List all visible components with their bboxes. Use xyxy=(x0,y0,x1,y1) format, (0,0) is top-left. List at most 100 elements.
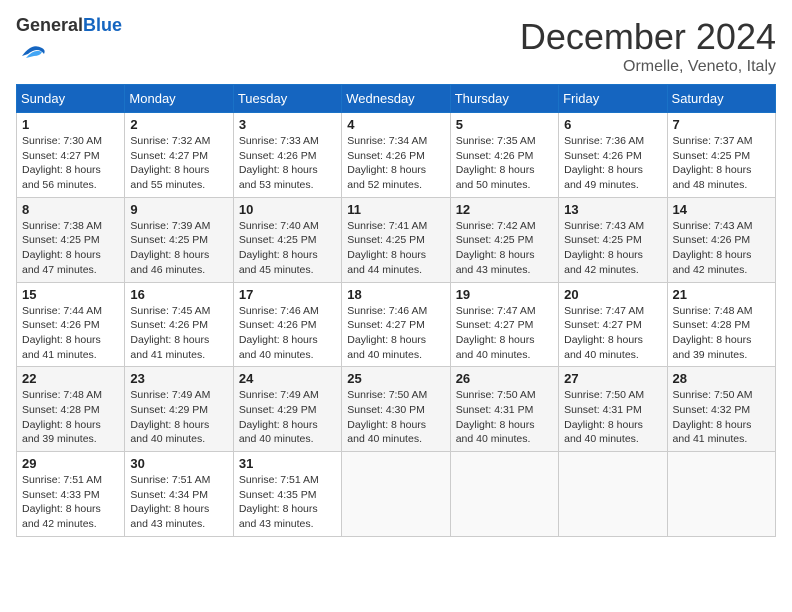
day-info: Sunrise: 7:50 AM Sunset: 4:32 PM Dayligh… xyxy=(673,388,770,447)
day-info: Sunrise: 7:49 AM Sunset: 4:29 PM Dayligh… xyxy=(130,388,227,447)
day-info: Sunrise: 7:37 AM Sunset: 4:25 PM Dayligh… xyxy=(673,134,770,193)
calendar-day-cell: 8 Sunrise: 7:38 AM Sunset: 4:25 PM Dayli… xyxy=(17,197,125,282)
day-number: 17 xyxy=(239,287,336,302)
day-info: Sunrise: 7:46 AM Sunset: 4:26 PM Dayligh… xyxy=(239,304,336,363)
day-of-week-header: Sunday xyxy=(17,85,125,113)
calendar-week-row: 8 Sunrise: 7:38 AM Sunset: 4:25 PM Dayli… xyxy=(17,197,776,282)
calendar-day-cell: 31 Sunrise: 7:51 AM Sunset: 4:35 PM Dayl… xyxy=(233,452,341,537)
day-info: Sunrise: 7:36 AM Sunset: 4:26 PM Dayligh… xyxy=(564,134,661,193)
day-number: 6 xyxy=(564,117,661,132)
day-info: Sunrise: 7:51 AM Sunset: 4:35 PM Dayligh… xyxy=(239,473,336,532)
logo: GeneralBlue xyxy=(16,16,122,69)
day-info: Sunrise: 7:51 AM Sunset: 4:33 PM Dayligh… xyxy=(22,473,119,532)
calendar-day-cell: 12 Sunrise: 7:42 AM Sunset: 4:25 PM Dayl… xyxy=(450,197,558,282)
calendar-day-cell: 18 Sunrise: 7:46 AM Sunset: 4:27 PM Dayl… xyxy=(342,282,450,367)
day-number: 3 xyxy=(239,117,336,132)
day-number: 22 xyxy=(22,371,119,386)
calendar-day-cell: 23 Sunrise: 7:49 AM Sunset: 4:29 PM Dayl… xyxy=(125,367,233,452)
calendar-day-cell xyxy=(559,452,667,537)
day-number: 26 xyxy=(456,371,553,386)
day-info: Sunrise: 7:41 AM Sunset: 4:25 PM Dayligh… xyxy=(347,219,444,278)
day-number: 21 xyxy=(673,287,770,302)
day-of-week-header: Friday xyxy=(559,85,667,113)
day-info: Sunrise: 7:35 AM Sunset: 4:26 PM Dayligh… xyxy=(456,134,553,193)
day-number: 9 xyxy=(130,202,227,217)
calendar-day-cell: 11 Sunrise: 7:41 AM Sunset: 4:25 PM Dayl… xyxy=(342,197,450,282)
day-info: Sunrise: 7:33 AM Sunset: 4:26 PM Dayligh… xyxy=(239,134,336,193)
day-of-week-header: Wednesday xyxy=(342,85,450,113)
day-number: 2 xyxy=(130,117,227,132)
calendar-day-cell: 5 Sunrise: 7:35 AM Sunset: 4:26 PM Dayli… xyxy=(450,113,558,198)
day-number: 28 xyxy=(673,371,770,386)
day-number: 30 xyxy=(130,456,227,471)
calendar-day-cell: 28 Sunrise: 7:50 AM Sunset: 4:32 PM Dayl… xyxy=(667,367,775,452)
day-number: 8 xyxy=(22,202,119,217)
day-of-week-header: Thursday xyxy=(450,85,558,113)
calendar-day-cell: 19 Sunrise: 7:47 AM Sunset: 4:27 PM Dayl… xyxy=(450,282,558,367)
day-info: Sunrise: 7:47 AM Sunset: 4:27 PM Dayligh… xyxy=(456,304,553,363)
day-info: Sunrise: 7:51 AM Sunset: 4:34 PM Dayligh… xyxy=(130,473,227,532)
day-of-week-header: Saturday xyxy=(667,85,775,113)
calendar-day-cell: 20 Sunrise: 7:47 AM Sunset: 4:27 PM Dayl… xyxy=(559,282,667,367)
day-number: 1 xyxy=(22,117,119,132)
calendar-day-cell: 3 Sunrise: 7:33 AM Sunset: 4:26 PM Dayli… xyxy=(233,113,341,198)
day-info: Sunrise: 7:44 AM Sunset: 4:26 PM Dayligh… xyxy=(22,304,119,363)
day-number: 19 xyxy=(456,287,553,302)
calendar-day-cell: 16 Sunrise: 7:45 AM Sunset: 4:26 PM Dayl… xyxy=(125,282,233,367)
day-info: Sunrise: 7:47 AM Sunset: 4:27 PM Dayligh… xyxy=(564,304,661,363)
calendar-day-cell: 21 Sunrise: 7:48 AM Sunset: 4:28 PM Dayl… xyxy=(667,282,775,367)
calendar-day-cell: 27 Sunrise: 7:50 AM Sunset: 4:31 PM Dayl… xyxy=(559,367,667,452)
location: Ormelle, Veneto, Italy xyxy=(520,58,776,76)
logo-icon xyxy=(18,36,46,64)
day-info: Sunrise: 7:50 AM Sunset: 4:31 PM Dayligh… xyxy=(564,388,661,447)
calendar-day-cell: 9 Sunrise: 7:39 AM Sunset: 4:25 PM Dayli… xyxy=(125,197,233,282)
day-info: Sunrise: 7:46 AM Sunset: 4:27 PM Dayligh… xyxy=(347,304,444,363)
calendar-table: SundayMondayTuesdayWednesdayThursdayFrid… xyxy=(16,84,776,537)
calendar-week-row: 1 Sunrise: 7:30 AM Sunset: 4:27 PM Dayli… xyxy=(17,113,776,198)
calendar-header-row: SundayMondayTuesdayWednesdayThursdayFrid… xyxy=(17,85,776,113)
calendar-day-cell xyxy=(667,452,775,537)
calendar-week-row: 22 Sunrise: 7:48 AM Sunset: 4:28 PM Dayl… xyxy=(17,367,776,452)
day-of-week-header: Tuesday xyxy=(233,85,341,113)
day-info: Sunrise: 7:34 AM Sunset: 4:26 PM Dayligh… xyxy=(347,134,444,193)
calendar-day-cell: 10 Sunrise: 7:40 AM Sunset: 4:25 PM Dayl… xyxy=(233,197,341,282)
day-number: 24 xyxy=(239,371,336,386)
day-info: Sunrise: 7:48 AM Sunset: 4:28 PM Dayligh… xyxy=(673,304,770,363)
day-info: Sunrise: 7:50 AM Sunset: 4:31 PM Dayligh… xyxy=(456,388,553,447)
day-info: Sunrise: 7:40 AM Sunset: 4:25 PM Dayligh… xyxy=(239,219,336,278)
logo-general-text: General xyxy=(16,15,83,35)
day-number: 31 xyxy=(239,456,336,471)
day-info: Sunrise: 7:43 AM Sunset: 4:26 PM Dayligh… xyxy=(673,219,770,278)
day-info: Sunrise: 7:48 AM Sunset: 4:28 PM Dayligh… xyxy=(22,388,119,447)
day-number: 27 xyxy=(564,371,661,386)
day-number: 10 xyxy=(239,202,336,217)
calendar-day-cell: 29 Sunrise: 7:51 AM Sunset: 4:33 PM Dayl… xyxy=(17,452,125,537)
day-number: 25 xyxy=(347,371,444,386)
day-info: Sunrise: 7:32 AM Sunset: 4:27 PM Dayligh… xyxy=(130,134,227,193)
day-info: Sunrise: 7:45 AM Sunset: 4:26 PM Dayligh… xyxy=(130,304,227,363)
day-number: 7 xyxy=(673,117,770,132)
day-number: 11 xyxy=(347,202,444,217)
day-number: 18 xyxy=(347,287,444,302)
calendar-day-cell xyxy=(450,452,558,537)
calendar-day-cell: 14 Sunrise: 7:43 AM Sunset: 4:26 PM Dayl… xyxy=(667,197,775,282)
calendar-day-cell: 25 Sunrise: 7:50 AM Sunset: 4:30 PM Dayl… xyxy=(342,367,450,452)
logo-blue-text: Blue xyxy=(83,15,122,35)
day-number: 5 xyxy=(456,117,553,132)
day-info: Sunrise: 7:30 AM Sunset: 4:27 PM Dayligh… xyxy=(22,134,119,193)
calendar-week-row: 29 Sunrise: 7:51 AM Sunset: 4:33 PM Dayl… xyxy=(17,452,776,537)
calendar-day-cell: 2 Sunrise: 7:32 AM Sunset: 4:27 PM Dayli… xyxy=(125,113,233,198)
calendar-day-cell: 4 Sunrise: 7:34 AM Sunset: 4:26 PM Dayli… xyxy=(342,113,450,198)
day-number: 20 xyxy=(564,287,661,302)
calendar-day-cell: 1 Sunrise: 7:30 AM Sunset: 4:27 PM Dayli… xyxy=(17,113,125,198)
calendar-day-cell: 24 Sunrise: 7:49 AM Sunset: 4:29 PM Dayl… xyxy=(233,367,341,452)
day-info: Sunrise: 7:42 AM Sunset: 4:25 PM Dayligh… xyxy=(456,219,553,278)
calendar-day-cell: 7 Sunrise: 7:37 AM Sunset: 4:25 PM Dayli… xyxy=(667,113,775,198)
day-info: Sunrise: 7:39 AM Sunset: 4:25 PM Dayligh… xyxy=(130,219,227,278)
calendar-day-cell: 30 Sunrise: 7:51 AM Sunset: 4:34 PM Dayl… xyxy=(125,452,233,537)
calendar-day-cell: 17 Sunrise: 7:46 AM Sunset: 4:26 PM Dayl… xyxy=(233,282,341,367)
day-info: Sunrise: 7:49 AM Sunset: 4:29 PM Dayligh… xyxy=(239,388,336,447)
calendar-week-row: 15 Sunrise: 7:44 AM Sunset: 4:26 PM Dayl… xyxy=(17,282,776,367)
calendar-day-cell: 13 Sunrise: 7:43 AM Sunset: 4:25 PM Dayl… xyxy=(559,197,667,282)
calendar-day-cell: 15 Sunrise: 7:44 AM Sunset: 4:26 PM Dayl… xyxy=(17,282,125,367)
